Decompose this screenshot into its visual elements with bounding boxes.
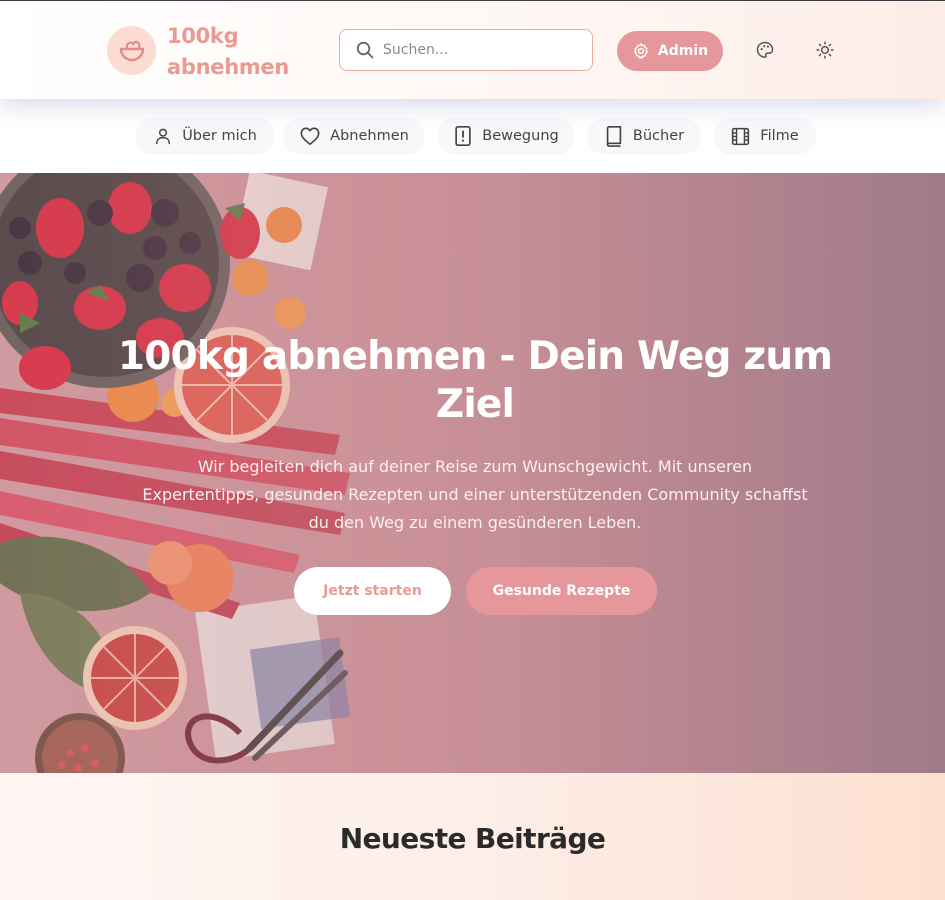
nav-item-label: Bücher	[632, 128, 685, 144]
salad-bowl-icon	[119, 40, 144, 61]
site-logo-text[interactable]: 100kg abnehmen	[167, 21, 317, 83]
gear-icon	[633, 43, 649, 59]
search-icon	[356, 41, 374, 59]
nav-item-ueber-mich[interactable]: Über mich	[135, 117, 275, 155]
hero-section: 100kg abnehmen - Dein Weg zum Ziel Wir b…	[0, 173, 945, 773]
latest-posts-heading: Neueste Beiträge	[339, 822, 606, 855]
book-icon	[606, 126, 622, 147]
dark-mode-toggle[interactable]	[814, 39, 836, 61]
nav-item-label: Über mich	[182, 128, 257, 144]
nav-item-label: Filme	[760, 128, 799, 144]
palette-icon	[756, 41, 774, 58]
main-navigation: Über mich Abnehmen Bewegung Bücher Filme	[0, 99, 945, 173]
theme-button[interactable]	[754, 39, 776, 61]
healthy-recipes-button[interactable]: Gesunde Rezepte	[466, 567, 657, 615]
admin-button[interactable]: Admin	[617, 31, 723, 71]
site-header: 100kg abnehmen Admin	[0, 1, 945, 99]
hero-subtitle: Wir begleiten dich auf deiner Reise zum …	[142, 457, 808, 532]
nav-item-bewegung[interactable]: Bewegung	[437, 117, 575, 155]
search-box[interactable]	[339, 29, 593, 71]
heart-icon	[300, 127, 320, 145]
alert-icon	[455, 126, 471, 146]
film-icon	[732, 127, 750, 145]
admin-button-label: Admin	[657, 43, 709, 59]
nav-item-buecher[interactable]: Bücher	[587, 117, 701, 155]
user-icon	[156, 128, 171, 145]
hero-title: 100kg abnehmen - Dein Weg zum Ziel	[117, 334, 833, 427]
search-input[interactable]	[383, 42, 573, 58]
nav-item-label: Bewegung	[482, 128, 559, 144]
sun-icon	[816, 41, 834, 59]
nav-item-filme[interactable]: Filme	[713, 117, 816, 155]
nav-item-label: Abnehmen	[330, 128, 409, 144]
get-started-button[interactable]: Jetzt starten	[294, 567, 451, 615]
latest-posts-section: Neueste Beiträge	[0, 773, 945, 900]
logo-link[interactable]	[107, 26, 156, 75]
nav-item-abnehmen[interactable]: Abnehmen	[283, 117, 425, 155]
